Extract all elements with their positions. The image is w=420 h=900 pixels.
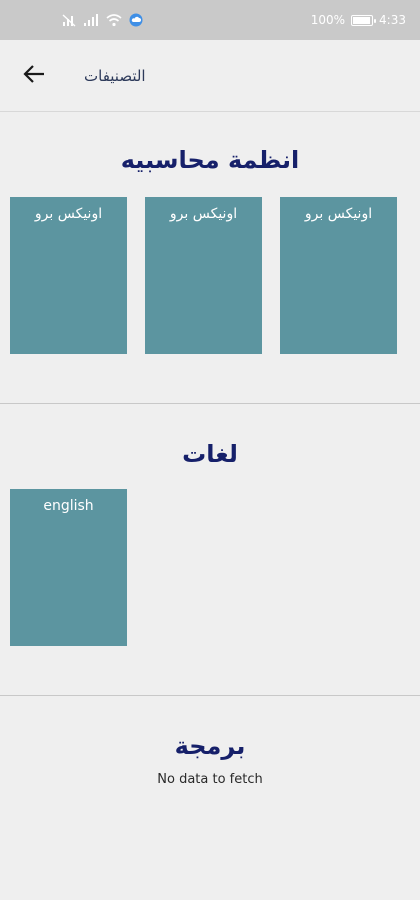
- category-card[interactable]: اونيكس برو: [280, 197, 397, 354]
- section-title-accounting: انظمة محاسبيه: [120, 146, 300, 174]
- category-card-label: اونيكس برو: [169, 206, 238, 222]
- category-card[interactable]: english: [10, 489, 127, 646]
- section-title-languages: لغات: [182, 440, 238, 468]
- arrow-left-icon: [23, 64, 45, 87]
- section-divider: [0, 695, 420, 696]
- category-card-label: اونيكس برو: [34, 206, 103, 222]
- category-card[interactable]: اونيكس برو: [145, 197, 262, 354]
- back-button[interactable]: [14, 56, 54, 96]
- page-title: التصنيفات: [84, 66, 146, 85]
- battery-percent: 100%: [310, 13, 346, 27]
- category-card-label: english: [43, 498, 94, 514]
- category-card-label: اونيكس برو: [304, 206, 373, 222]
- empty-state-message: No data to fetch: [157, 772, 263, 787]
- category-card[interactable]: اونيكس برو: [10, 197, 127, 354]
- status-bar: 100% 4:33: [0, 0, 420, 40]
- battery-icon: [351, 14, 377, 26]
- cloud-notification-icon: [129, 13, 143, 27]
- section-title-programming: برمجة: [174, 732, 246, 760]
- app-bar: التصنيفات: [0, 40, 420, 112]
- status-icons-left: [62, 13, 143, 27]
- sim-off-icon: [62, 13, 76, 27]
- status-icons-right: 100% 4:33: [311, 13, 406, 27]
- wifi-icon: [106, 13, 122, 27]
- section-divider: [0, 403, 420, 404]
- signal-icon: [83, 13, 99, 27]
- status-time: 4:33: [379, 13, 406, 27]
